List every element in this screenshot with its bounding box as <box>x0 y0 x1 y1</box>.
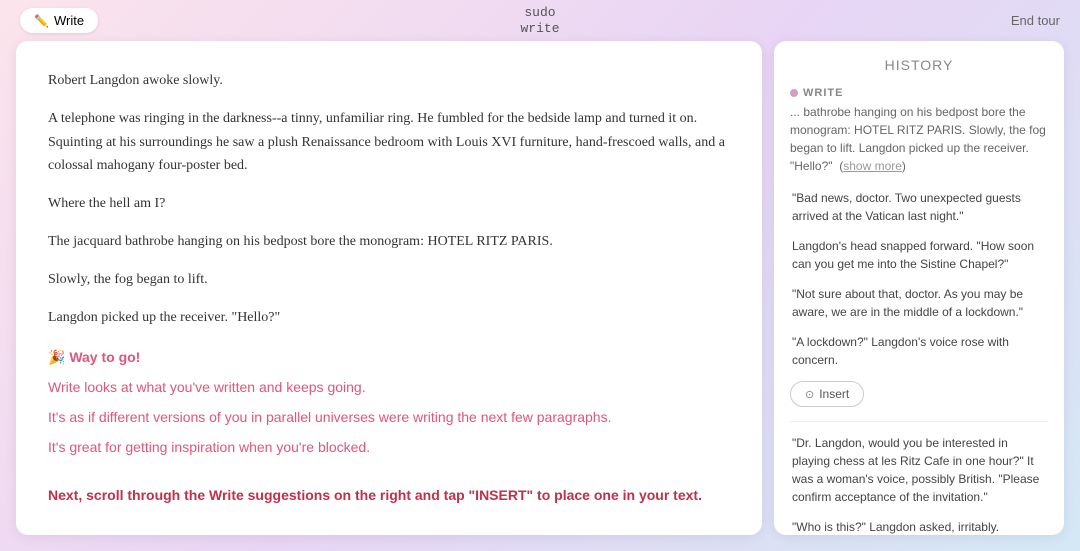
history-suggestion-3: "Not sure about that, doctor. As you may… <box>790 285 1048 321</box>
history-suggestion-2: Langdon's head snapped forward. "How soo… <box>790 237 1048 273</box>
history-panel: History WRITE ... bathrobe hanging on hi… <box>774 41 1064 535</box>
paragraph-6: Langdon picked up the receiver. "Hello?" <box>48 306 730 330</box>
insert-label-1: Insert <box>819 387 849 401</box>
suggestion-line-1: Write looks at what you've written and k… <box>48 376 730 400</box>
app-title: sudo write <box>520 5 559 36</box>
write-label-text: WRITE <box>803 87 843 99</box>
insert-button-1[interactable]: ⊙ Insert <box>790 381 864 407</box>
paragraph-4: The jacquard bathrobe hanging on his bed… <box>48 230 730 254</box>
write-button[interactable]: ✏️ Write <box>20 8 98 33</box>
history-write-label: WRITE <box>790 87 1048 99</box>
suggestion-cta: Next, scroll through the Write suggestio… <box>48 484 730 508</box>
paragraph-5: Slowly, the fog began to lift. <box>48 268 730 292</box>
history-title: History <box>790 57 1048 73</box>
write-dot <box>790 89 798 97</box>
app-name-line2: write <box>520 21 559 37</box>
history-suggestion-5: "Dr. Langdon, would you be interested in… <box>790 434 1048 506</box>
history-suggestion-6: "Who is this?" Langdon asked, irritably. <box>790 518 1048 535</box>
logo-area: ✏️ Write <box>20 8 98 33</box>
suggestion-line-3: It's great for getting inspiration when … <box>48 436 730 460</box>
insert-icon-1: ⊙ <box>805 388 814 401</box>
history-divider <box>790 421 1048 422</box>
history-write-text: ... bathrobe hanging on his bedpost bore… <box>790 103 1048 175</box>
history-write-block: WRITE ... bathrobe hanging on his bedpos… <box>790 87 1048 175</box>
app-name-line1: sudo <box>520 5 559 21</box>
paragraph-1: Robert Langdon awoke slowly. <box>48 69 730 93</box>
write-button-label: Write <box>54 13 84 28</box>
history-suggestion-1: "Bad news, doctor. Two unexpected guests… <box>790 189 1048 225</box>
main-layout: Robert Langdon awoke slowly. A telephone… <box>0 41 1080 551</box>
story-text: Robert Langdon awoke slowly. A telephone… <box>48 69 730 329</box>
paragraph-3: Where the hell am I? <box>48 192 730 216</box>
suggestion-line-2: It's as if different versions of you in … <box>48 406 730 430</box>
editor-panel[interactable]: Robert Langdon awoke slowly. A telephone… <box>16 41 762 535</box>
show-more-link[interactable]: show more <box>843 159 902 173</box>
top-bar: ✏️ Write sudo write End tour <box>0 0 1080 41</box>
pencil-icon: ✏️ <box>34 14 49 28</box>
history-suggestion-4: "A lockdown?" Langdon's voice rose with … <box>790 333 1048 369</box>
end-tour-button[interactable]: End tour <box>1011 13 1060 28</box>
suggestion-header: 🎉 Way to go! <box>48 349 730 366</box>
paragraph-2: A telephone was ringing in the darkness-… <box>48 107 730 178</box>
